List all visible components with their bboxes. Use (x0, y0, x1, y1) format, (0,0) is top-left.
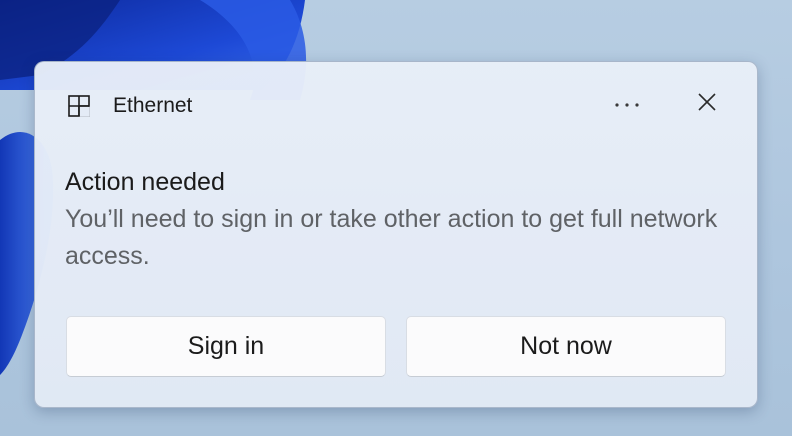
more-options-icon (614, 95, 640, 113)
notification-toast: Ethernet Action needed You’ll need to si… (34, 61, 758, 408)
network-icon (68, 95, 90, 117)
close-icon (697, 92, 717, 117)
not-now-button[interactable]: Not now (406, 316, 726, 377)
notification-title: Action needed (65, 168, 225, 196)
sign-in-button[interactable]: Sign in (66, 316, 386, 377)
notification-app-name: Ethernet (113, 94, 193, 117)
notification-body: You’ll need to sign in or take other act… (65, 205, 718, 270)
close-button[interactable] (687, 86, 727, 122)
more-options-button[interactable] (607, 86, 647, 122)
